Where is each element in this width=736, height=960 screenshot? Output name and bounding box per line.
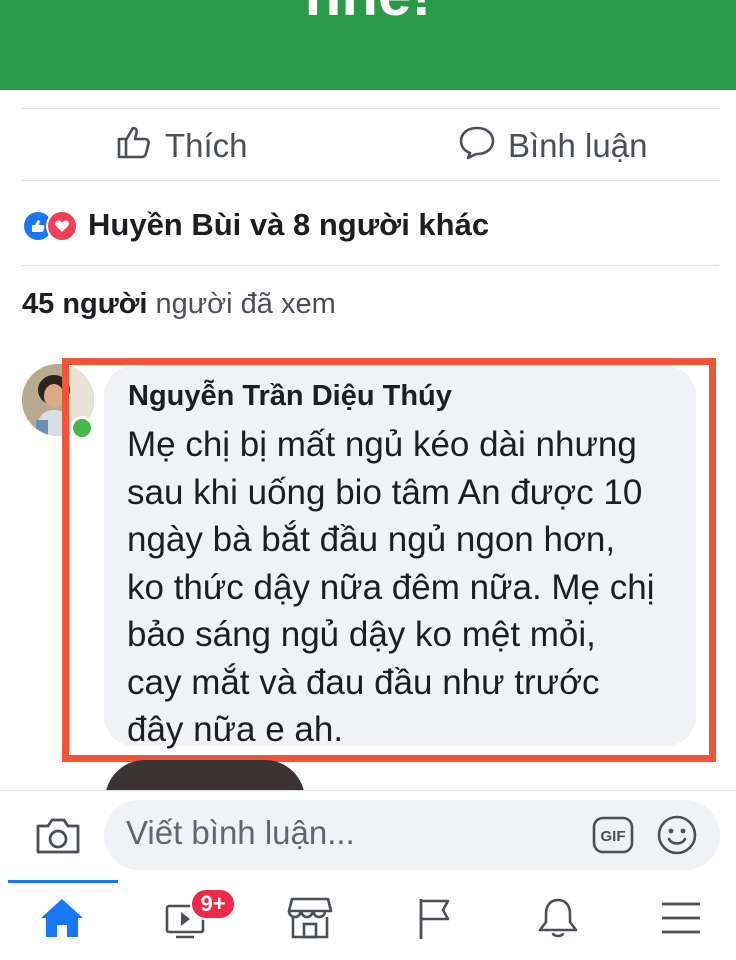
shop-icon — [286, 895, 334, 946]
comment-line: Mẹ chị bị mất ngủ kéo dài nhưng — [127, 425, 637, 464]
reactions-text: Huyền Bùi và 8 người khác — [88, 207, 490, 242]
comment-line: sau khi uống bio tâm An được 10 — [127, 472, 643, 512]
emoji-button[interactable] — [656, 814, 698, 856]
tab-menu[interactable] — [656, 895, 706, 945]
comment-line: bảo sáng ngủ dậy ko mệt mỏi, — [127, 615, 596, 654]
tab-marketplace[interactable] — [285, 895, 335, 945]
camera-button[interactable] — [34, 814, 82, 858]
heart-reaction-icon — [46, 210, 78, 242]
comment-line: ngày bà bắt đầu ngủ ngon hơn, — [127, 520, 616, 559]
flag-icon — [412, 895, 458, 946]
bell-icon — [535, 895, 581, 946]
gif-label: GIF — [601, 828, 626, 845]
like-button[interactable]: Thích — [115, 112, 248, 180]
reactions-summary[interactable]: Huyền Bùi và 8 người khác — [22, 200, 489, 250]
comment-author[interactable]: Nguyễn Trần Diệu Thúy — [128, 380, 452, 413]
watch-notification-badge: 9+ — [190, 888, 236, 920]
views-label: người đã xem — [155, 288, 336, 320]
tab-pages[interactable] — [410, 895, 460, 945]
home-icon — [39, 896, 85, 945]
like-label: Thích — [165, 127, 248, 164]
hamburger-menu-icon — [658, 898, 704, 943]
tab-home[interactable] — [37, 895, 87, 945]
divider — [22, 180, 719, 181]
camera-icon — [34, 818, 82, 862]
active-tab-indicator — [8, 880, 118, 883]
views-count: 45 người người đã xem — [22, 288, 336, 321]
comment-text: Mẹ chị bị mất ngủ kéo dài nhưng sau khi … — [127, 421, 687, 754]
banner-text: nhé! — [0, 0, 736, 29]
tab-notifications[interactable] — [533, 895, 583, 945]
reaction-icons — [22, 208, 84, 242]
bottom-tab-bar — [0, 880, 736, 960]
thumbs-up-icon — [115, 123, 153, 169]
smiley-icon — [656, 815, 698, 860]
post-image-banner: nhé! — [0, 0, 736, 90]
comment-label: Bình luận — [508, 127, 648, 164]
gif-button[interactable]: GIF — [592, 816, 634, 854]
comment-line: ko thức dậy nữa đêm nữa. Mẹ chị — [127, 567, 655, 607]
comment-button[interactable]: Bình luận — [458, 112, 647, 180]
comment-line: cay mắt và đau đầu như trước — [127, 662, 600, 702]
comment-placeholder[interactable]: Viết bình luận... — [126, 814, 355, 852]
speech-bubble-icon — [458, 123, 496, 169]
divider — [22, 265, 719, 266]
views-number: 45 người — [22, 288, 148, 320]
divider — [22, 108, 719, 109]
comment-line: đây nữa e ah. — [127, 710, 344, 749]
